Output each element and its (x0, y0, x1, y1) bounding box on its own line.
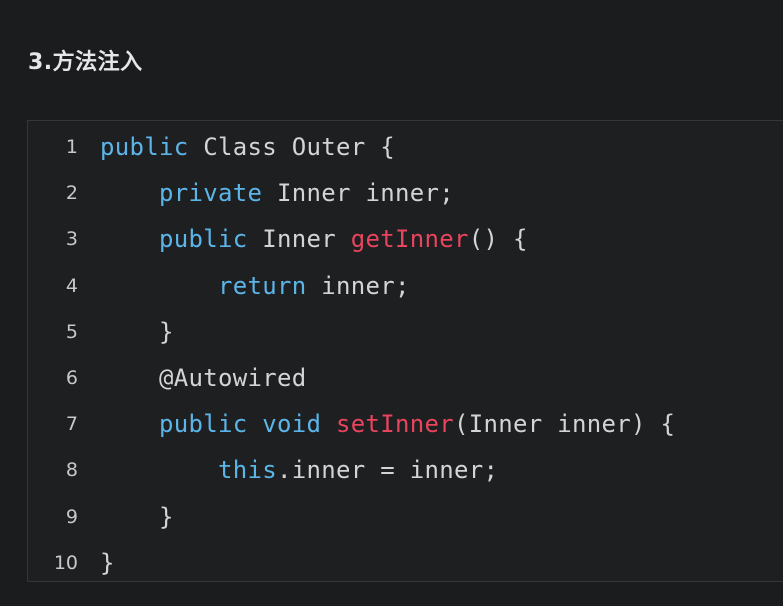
code-token: () { (468, 225, 528, 254)
line-number: 6 (65, 367, 78, 389)
code-text: return inner; (100, 272, 410, 300)
code-line: 7 public void setInner(Inner inner) { (28, 402, 675, 446)
code-keyword: public void (159, 410, 322, 439)
code-line: 4 return inner; (28, 264, 410, 308)
code-token: Inner (247, 225, 351, 254)
code-block: 1 public Class Outer { 2 private Inner inn… (27, 120, 783, 582)
code-function-name: getInner (350, 225, 469, 254)
code-token: inner; (306, 271, 410, 300)
code-keyword: return (218, 271, 307, 300)
line-number: 5 (65, 320, 78, 343)
code-keyword: public (159, 225, 248, 254)
code-text: private Inner inner; (100, 179, 454, 207)
code-line: 6 @Autowired (28, 356, 307, 400)
code-text: } (100, 503, 174, 531)
code-token: .inner = inner; (277, 456, 499, 485)
line-number: 2 (65, 182, 78, 205)
code-text: @Autowired (100, 364, 307, 392)
line-number: 7 (65, 413, 78, 436)
code-line: 8 this.inner = inner; (28, 448, 498, 492)
code-text: public Class Outer { (100, 133, 395, 161)
code-text: } (100, 318, 174, 346)
code-text: public Inner getInner() { (100, 225, 528, 253)
line-number: 3 (65, 228, 78, 251)
code-text: this.inner = inner; (100, 456, 498, 484)
code-line: 2 private Inner inner; (28, 171, 454, 215)
code-token: Inner inner; (262, 179, 454, 208)
code-line: 1 public Class Outer { (28, 125, 395, 169)
line-number: 8 (65, 459, 78, 482)
code-text: } (100, 549, 115, 577)
line-number: 4 (65, 274, 78, 297)
line-number: 10 (53, 551, 78, 574)
code-keyword: public (100, 133, 189, 161)
code-line: 9 } (28, 495, 174, 539)
code-line: 3 public Inner getInner() { (28, 217, 528, 261)
code-line: 10} (28, 541, 115, 585)
code-token: Class Outer { (188, 133, 395, 161)
code-keyword: this (218, 456, 277, 485)
code-token: (Inner inner) { (454, 410, 676, 439)
code-keyword: private (159, 179, 263, 208)
line-number: 9 (65, 505, 78, 528)
code-text: public void setInner(Inner inner) { (100, 410, 675, 438)
code-token: } (159, 317, 174, 346)
section-heading: 3.方法注入 (28, 50, 143, 75)
code-token: @Autowired (159, 364, 307, 392)
line-number: 1 (65, 136, 78, 158)
code-token: } (159, 502, 174, 531)
code-function-name: setInner (336, 410, 454, 439)
code-line: 5 } (28, 310, 174, 354)
code-token: } (100, 548, 115, 577)
